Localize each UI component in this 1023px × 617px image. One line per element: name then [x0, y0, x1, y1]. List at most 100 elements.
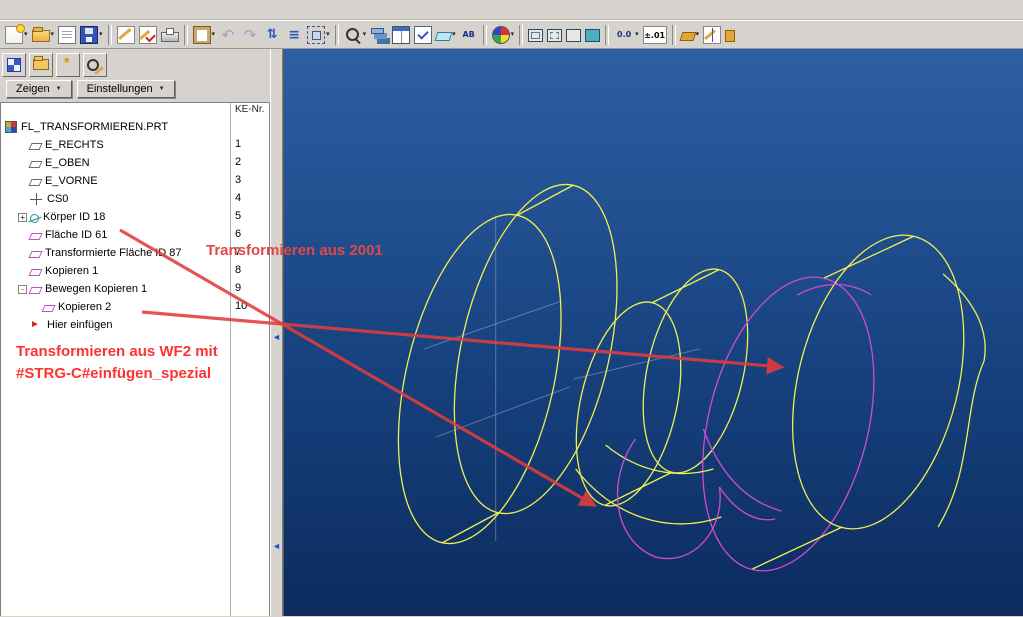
- menu-fenster[interactable]: [146, 7, 162, 13]
- tree-item-label: E_OBEN: [45, 157, 90, 169]
- hidden-line-button[interactable]: ▾: [545, 22, 564, 48]
- collapse-arrow-icon[interactable]: ◄: [272, 542, 281, 551]
- regenerate-button[interactable]: ▾: [261, 22, 283, 48]
- tree-item-icon: [28, 161, 43, 168]
- tree-item-icon: [28, 251, 43, 258]
- chevron-down-icon: ▼: [158, 86, 165, 92]
- dim-display-button[interactable]: 0.0 ▾: [612, 22, 641, 48]
- view-manager-button[interactable]: ▾: [390, 22, 412, 48]
- toolbar-button[interactable]: ▾: [603, 24, 611, 46]
- navigator-toolbar: [2, 51, 107, 78]
- toolbar-button-icon: 0.0: [617, 29, 632, 39]
- chevron-down-icon: ▼: [55, 86, 62, 92]
- tree-item-koerper-id-18[interactable]: + Körper ID 18 5: [1, 208, 269, 226]
- toolbar-button-icon: [585, 29, 601, 42]
- menu-info[interactable]: [82, 7, 98, 13]
- proe-window: ▾ ▾ ▾ ▾ ▾ ▾ ▾ ▾: [0, 0, 1023, 617]
- appearance-button[interactable]: ▾: [490, 22, 517, 48]
- tree-item-kopieren-1[interactable]: Kopieren 1 8: [1, 262, 269, 280]
- tree-item-label: Kopieren 1: [45, 265, 99, 277]
- einstellungen-button[interactable]: Einstellungen ▼: [76, 80, 175, 98]
- tree-rows: FL_TRANSFORMIEREN.PRT E_RECHTS 1 E_OBEN …: [1, 118, 269, 334]
- datum-display-button[interactable]: ▾: [434, 22, 458, 48]
- edit-button[interactable]: ▾: [115, 22, 137, 48]
- navigator-model-tree-button[interactable]: [2, 52, 26, 77]
- copy-doc-button[interactable]: ▾: [56, 22, 78, 48]
- menu-hilfe[interactable]: [162, 7, 178, 13]
- navigator-folder-button[interactable]: [29, 52, 53, 77]
- menu-ansicht[interactable]: [34, 7, 50, 13]
- chevron-down-icon: ▾: [452, 30, 456, 38]
- tree-item-ke-number: 8: [235, 264, 242, 276]
- menu-einfuegen[interactable]: [50, 7, 66, 13]
- tolerance-button[interactable]: ±.01 ▾: [641, 22, 669, 48]
- tree-item-flaeche-id-61[interactable]: Fläche ID 61 6: [1, 226, 269, 244]
- toolbar-button[interactable]: ▾: [182, 24, 190, 46]
- tree-item-label: Kopieren 2: [58, 301, 112, 313]
- wireframe-button[interactable]: ▾: [526, 22, 545, 48]
- tree-expander[interactable]: -: [18, 284, 27, 294]
- menu-plott-mapkeys[interactable]: [130, 7, 146, 13]
- save-button[interactable]: ▾: [78, 22, 105, 48]
- menu-tools[interactable]: [114, 7, 130, 13]
- toolbar-button[interactable]: ▾: [670, 24, 678, 46]
- navigator-search-button[interactable]: [83, 52, 107, 77]
- tree-item-e-oben[interactable]: E_OBEN 2: [1, 154, 269, 172]
- tree-item-icon: [41, 305, 56, 312]
- undo-button[interactable]: ▾: [217, 22, 239, 48]
- toolbar-button-icon: [219, 26, 237, 44]
- collapse-arrow-icon[interactable]: ◄: [272, 332, 281, 342]
- toolbar-button[interactable]: ▾: [481, 24, 489, 46]
- panel-splitter[interactable]: ◄ ◄: [270, 49, 283, 616]
- chevron-down-icon: ▾: [510, 30, 515, 38]
- no-hidden-button[interactable]: ▾: [564, 22, 583, 48]
- navigator-favorites-button[interactable]: [56, 52, 80, 77]
- select-button[interactable]: ▾: [305, 22, 332, 48]
- annotation-plane-button[interactable]: ▾: [723, 22, 737, 48]
- tree-item-transformierte-flaeche-id-87[interactable]: Transformierte Fläche ID 87 7: [1, 244, 269, 262]
- toolbar-button-icon: [703, 25, 722, 44]
- tree-item-bewegen-kopieren-1[interactable]: - Bewegen Kopieren 1 9: [1, 280, 269, 298]
- layers-button[interactable]: ▾: [368, 22, 390, 48]
- tree-item-ke-number: 4: [235, 192, 242, 204]
- paste-button[interactable]: ▾: [191, 22, 218, 48]
- tree-item-e-rechts[interactable]: E_RECHTS 1: [1, 136, 269, 154]
- tree-item-e-vorne[interactable]: E_VORNE 3: [1, 172, 269, 190]
- tree-item-cs0[interactable]: CS0 4: [1, 190, 269, 208]
- print-button[interactable]: ▾: [159, 22, 181, 48]
- toolbar-button-icon: [725, 29, 736, 42]
- tree-item-label: E_VORNE: [45, 175, 98, 187]
- new-button[interactable]: ▾: [3, 22, 30, 48]
- open-button[interactable]: ▾: [30, 22, 57, 48]
- toolbar-button-icon: [344, 26, 362, 44]
- tree-item-hier-einfuegen[interactable]: Hier einfügen: [1, 316, 269, 334]
- toolbar-button[interactable]: ▾: [517, 24, 525, 46]
- toolbar-button-icon: [547, 29, 563, 42]
- wireframe-model: [397, 183, 986, 572]
- toolbar-button[interactable]: ▾: [106, 24, 114, 46]
- shaded-button[interactable]: ▾: [583, 22, 602, 48]
- approve-button[interactable]: ▾: [137, 22, 159, 48]
- graphics-viewport[interactable]: [283, 49, 1023, 616]
- annotation-display-button[interactable]: AB ▾: [458, 22, 480, 48]
- menu-analyse[interactable]: [66, 7, 82, 13]
- zoom-button[interactable]: ▾: [342, 22, 369, 48]
- menu-applikationen[interactable]: [98, 7, 114, 13]
- menubar: [0, 0, 1023, 20]
- zeigen-button[interactable]: Zeigen ▼: [6, 80, 72, 98]
- regen-manager-button[interactable]: ▾: [283, 22, 305, 48]
- tree-item-kopieren-2[interactable]: Kopieren 2 10: [1, 298, 269, 316]
- saved-views-button[interactable]: ▾: [412, 22, 434, 48]
- toolbar-button[interactable]: ▾: [333, 24, 341, 46]
- datum-axis-button[interactable]: ▾: [701, 22, 723, 48]
- tree-item-root-part[interactable]: FL_TRANSFORMIEREN.PRT: [1, 118, 269, 136]
- tree-expander[interactable]: +: [18, 212, 27, 222]
- sketch-display-button[interactable]: ▾: [679, 22, 702, 48]
- redo-button[interactable]: ▾: [239, 22, 261, 48]
- toolbar-button-icon: [241, 26, 259, 44]
- menu-datei[interactable]: [2, 7, 18, 13]
- tree-item-icon: [28, 179, 43, 186]
- chevron-down-icon: ▾: [362, 30, 367, 38]
- menu-editieren[interactable]: [18, 7, 34, 13]
- tree-item-label: CS0: [47, 193, 69, 205]
